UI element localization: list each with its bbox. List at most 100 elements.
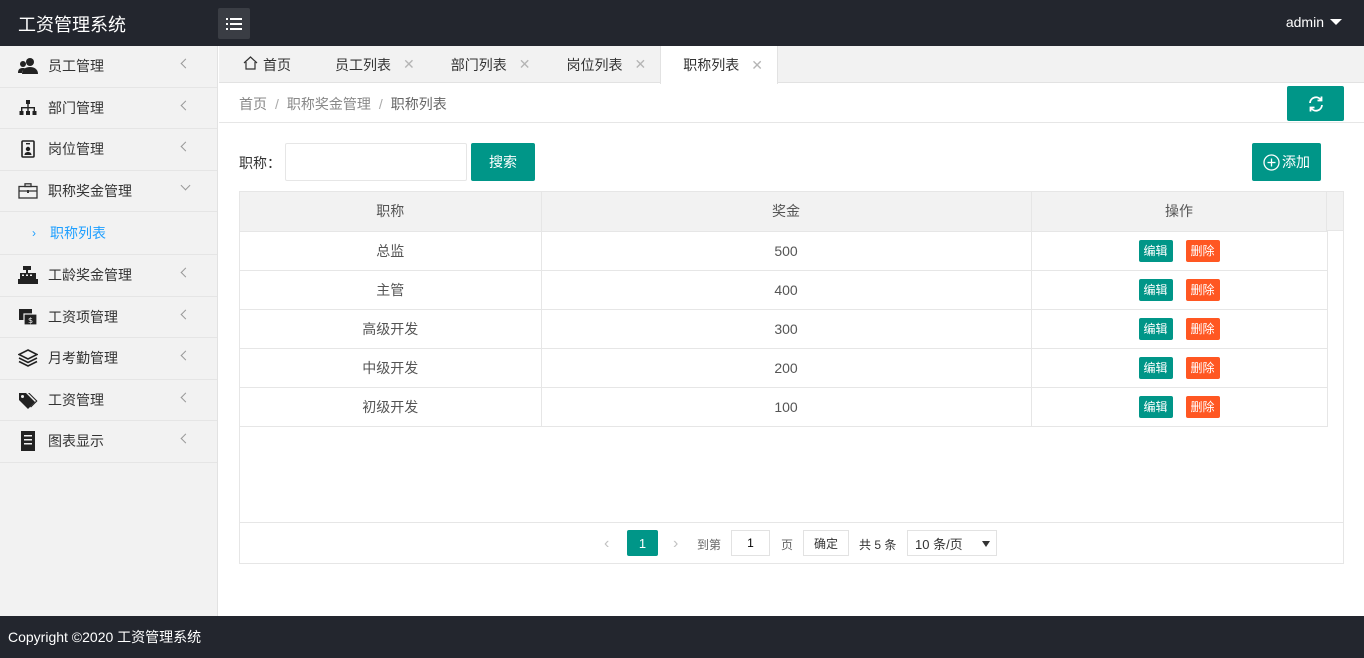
sidebar: 员工管理 部门管理 岗位管理 职称奖金管理 › 职称列表 工龄奖金管理 $ 工资… [0, 46, 218, 616]
close-icon[interactable]: ✕ [519, 56, 531, 73]
tab-home[interactable]: 首页 [219, 46, 313, 83]
delete-button[interactable]: 删除 [1185, 356, 1220, 379]
delete-button[interactable]: 删除 [1185, 239, 1220, 262]
edit-button[interactable]: 编辑 [1138, 317, 1173, 340]
close-icon[interactable]: ✕ [634, 56, 646, 73]
tab-label: 岗位列表 [566, 56, 623, 73]
sidebar-item-position[interactable]: 岗位管理 [0, 129, 217, 171]
cell-bonus: 400 [541, 270, 1032, 310]
tab-position-list[interactable]: 岗位列表 ✕ [544, 46, 660, 83]
briefcase-icon [18, 181, 38, 201]
table-row: 高级开发 300 编辑 删除 [240, 309, 1328, 349]
sidebar-item-charts[interactable]: 图表显示 [0, 421, 217, 463]
sidebar-item-salary[interactable]: 工资管理 [0, 380, 217, 421]
column-header-bonus[interactable]: 奖金 [541, 192, 1032, 232]
sidebar-item-label: 图表显示 [48, 433, 104, 450]
edit-button[interactable]: 编辑 [1138, 356, 1173, 379]
delete-button[interactable]: 删除 [1185, 278, 1220, 301]
home-icon [243, 56, 258, 73]
tab-title-list[interactable]: 职称列表 ✕ [660, 46, 778, 84]
sidebar-item-label: 部门管理 [48, 99, 104, 116]
close-icon[interactable]: ✕ [403, 56, 415, 73]
refresh-button[interactable] [1287, 86, 1344, 121]
table-row: 初级开发 100 编辑 删除 [240, 387, 1328, 427]
sidebar-item-attendance[interactable]: 月考勤管理 [0, 338, 217, 380]
close-icon[interactable]: ✕ [751, 57, 763, 74]
app-logo: 工资管理系统 [18, 15, 126, 35]
edit-button[interactable]: 编辑 [1138, 395, 1173, 418]
edit-button[interactable]: 编辑 [1138, 239, 1173, 262]
sidebar-item-title-bonus[interactable]: 职称奖金管理 [0, 171, 217, 212]
delete-button[interactable]: 删除 [1185, 395, 1220, 418]
list-icon [226, 17, 242, 30]
sitemap-icon [18, 98, 38, 118]
cell-title: 主管 [240, 270, 542, 310]
cell-actions: 编辑 删除 [1031, 231, 1328, 271]
page-label: 页 [781, 538, 794, 552]
cell-bonus: 300 [541, 309, 1032, 349]
sidebar-item-department[interactable]: 部门管理 [0, 88, 217, 129]
edit-button[interactable]: 编辑 [1138, 278, 1173, 301]
header-scroll-gutter [1326, 192, 1343, 231]
menu-toggle-button[interactable] [218, 8, 250, 39]
prev-page-icon[interactable]: ‹ [604, 535, 609, 553]
tab-label: 首页 [263, 56, 291, 73]
tags-icon [18, 390, 38, 410]
money-bill-icon: $ [18, 307, 38, 327]
title-search-input[interactable] [285, 143, 467, 181]
breadcrumb-item[interactable]: 职称奖金管理 [287, 96, 371, 112]
cell-actions: 编辑 删除 [1031, 348, 1328, 388]
data-table: 职称 奖金 操作 总监 500 编辑 删除 主管 400 编辑 删除 高级开发 30… [239, 191, 1344, 564]
chevron-left-icon [180, 350, 191, 361]
tab-employee-list[interactable]: 员工列表 ✕ [313, 46, 429, 83]
user-name: admin [1285, 14, 1324, 30]
tab-bar: 首页 员工列表 ✕ 部门列表 ✕ 岗位列表 ✕ 职称列表 ✕ [219, 46, 1364, 84]
sidebar-subitem-title-list[interactable]: › 职称列表 [0, 212, 217, 255]
sidebar-item-salary-items[interactable]: $ 工资项管理 [0, 297, 217, 338]
breadcrumb-item[interactable]: 首页 [239, 96, 267, 112]
svg-text:$: $ [28, 316, 33, 325]
table-row: 总监 500 编辑 删除 [240, 231, 1328, 271]
sidebar-item-label: 岗位管理 [48, 141, 104, 158]
plus-circle-icon [1263, 153, 1280, 171]
goto-label: 到第 [697, 538, 722, 552]
sidebar-item-label: 员工管理 [48, 58, 104, 75]
column-header-title[interactable]: 职称 [240, 192, 542, 232]
cash-register-icon [18, 265, 38, 285]
caret-down-icon [1330, 19, 1342, 25]
cell-title: 高级开发 [240, 309, 542, 349]
chevron-left-icon [180, 267, 191, 278]
goto-confirm-button[interactable]: 确定 [803, 530, 849, 556]
cell-bonus: 200 [541, 348, 1032, 388]
chevron-left-icon [180, 392, 191, 402]
caret-down-icon [982, 541, 990, 547]
sidebar-subitem-label: 职称列表 [50, 225, 106, 241]
total-count: 共 5 条 [859, 538, 897, 552]
sidebar-item-employee[interactable]: 员工管理 [0, 46, 217, 88]
delete-button[interactable]: 删除 [1185, 317, 1220, 340]
sidebar-item-label: 月考勤管理 [48, 350, 118, 367]
page-size-select[interactable]: 10 条/页 [907, 530, 997, 556]
chevron-left-icon [180, 100, 191, 110]
layers-icon [18, 348, 38, 368]
chevron-left-icon [180, 58, 191, 69]
user-menu[interactable]: admin [1286, 14, 1342, 30]
cell-title: 初级开发 [240, 387, 542, 427]
sidebar-item-label: 工资管理 [48, 391, 104, 408]
page-number-current[interactable]: 1 [627, 530, 658, 556]
footer: Copyright ©2020 工资管理系统 [0, 616, 1364, 658]
top-header: 工资管理系统 admin [0, 0, 1364, 46]
goto-page-input[interactable] [731, 530, 770, 556]
next-page-icon[interactable]: › [673, 535, 678, 553]
table-header-row: 职称 奖金 操作 [240, 192, 1328, 232]
refresh-icon [1308, 95, 1323, 112]
add-button-label: 添加 [1282, 154, 1310, 170]
chevron-left-icon [180, 433, 191, 444]
sidebar-item-label: 工龄奖金管理 [48, 267, 132, 284]
add-button[interactable]: 添加 [1252, 143, 1321, 181]
cell-actions: 编辑 删除 [1031, 387, 1328, 427]
sidebar-item-seniority-bonus[interactable]: 工龄奖金管理 [0, 255, 217, 297]
tab-department-list[interactable]: 部门列表 ✕ [429, 46, 545, 83]
sidebar-item-label: 工资项管理 [48, 308, 118, 325]
search-button[interactable]: 搜索 [471, 143, 535, 181]
